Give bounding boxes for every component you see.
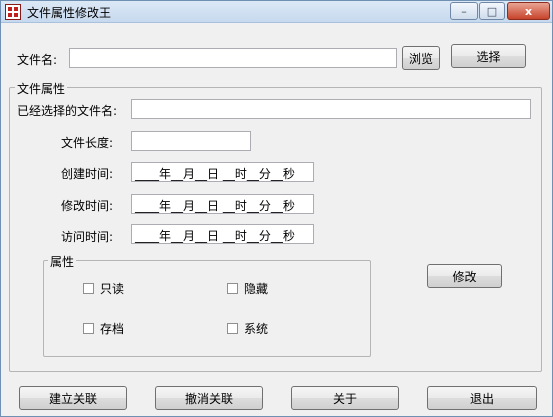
hidden-checkbox[interactable]: 隐藏 xyxy=(227,280,268,297)
archive-label: 存档 xyxy=(100,322,125,336)
hidden-label: 隐藏 xyxy=(244,282,269,296)
exit-button[interactable]: 退出 xyxy=(427,386,537,410)
system-checkbox[interactable]: 系统 xyxy=(227,320,268,337)
checkbox-icon xyxy=(227,283,238,294)
checkbox-icon xyxy=(83,283,94,294)
modified-time-input[interactable]: ____年__月__日 __时__分__秒 xyxy=(131,194,314,214)
unassociate-button[interactable]: 撤消关联 xyxy=(155,386,263,410)
checkbox-icon xyxy=(83,323,94,334)
accessed-time-input[interactable]: ____年__月__日 __时__分__秒 xyxy=(131,224,314,244)
window-title: 文件属性修改王 xyxy=(27,6,112,20)
modify-button[interactable]: 修改 xyxy=(427,264,502,288)
system-label: 系统 xyxy=(244,322,269,336)
file-name-input[interactable] xyxy=(69,48,397,68)
selected-file-input[interactable] xyxy=(131,99,531,119)
file-name-label: 文件名: xyxy=(17,53,58,67)
checkbox-icon xyxy=(227,323,238,334)
about-button[interactable]: 关于 xyxy=(291,386,399,410)
associate-button[interactable]: 建立关联 xyxy=(19,386,127,410)
select-button[interactable]: 选择 xyxy=(451,44,526,68)
file-size-label: 文件长度: xyxy=(61,136,114,150)
minimize-button[interactable]: – xyxy=(450,2,478,20)
maximize-button[interactable]: □ xyxy=(479,2,505,20)
app-icon xyxy=(5,4,21,20)
close-icon: x xyxy=(524,4,533,18)
file-attributes-title: 文件属性 xyxy=(15,80,68,97)
readonly-checkbox[interactable]: 只读 xyxy=(83,280,124,297)
selected-file-label: 已经选择的文件名: xyxy=(17,104,118,118)
browse-button[interactable]: 浏览 xyxy=(402,46,440,70)
flags-group-title: 属性 xyxy=(48,253,77,270)
maximize-icon: □ xyxy=(486,4,498,18)
modified-time-label: 修改时间: xyxy=(61,199,114,213)
readonly-label: 只读 xyxy=(100,282,125,296)
file-size-input[interactable] xyxy=(131,131,251,151)
created-time-label: 创建时间: xyxy=(61,167,114,181)
app-window: 文件属性修改王 – □ x 文件名: 浏览 选择 文件属性 已经选择的文件名: … xyxy=(0,0,553,417)
minimize-icon: – xyxy=(461,4,467,18)
accessed-time-label: 访问时间: xyxy=(61,230,114,244)
archive-checkbox[interactable]: 存档 xyxy=(83,320,124,337)
close-button[interactable]: x xyxy=(507,2,550,20)
created-time-input[interactable]: ____年__月__日 __时__分__秒 xyxy=(131,162,314,182)
flags-group xyxy=(43,260,371,357)
title-bar[interactable]: 文件属性修改王 – □ x xyxy=(1,1,552,23)
